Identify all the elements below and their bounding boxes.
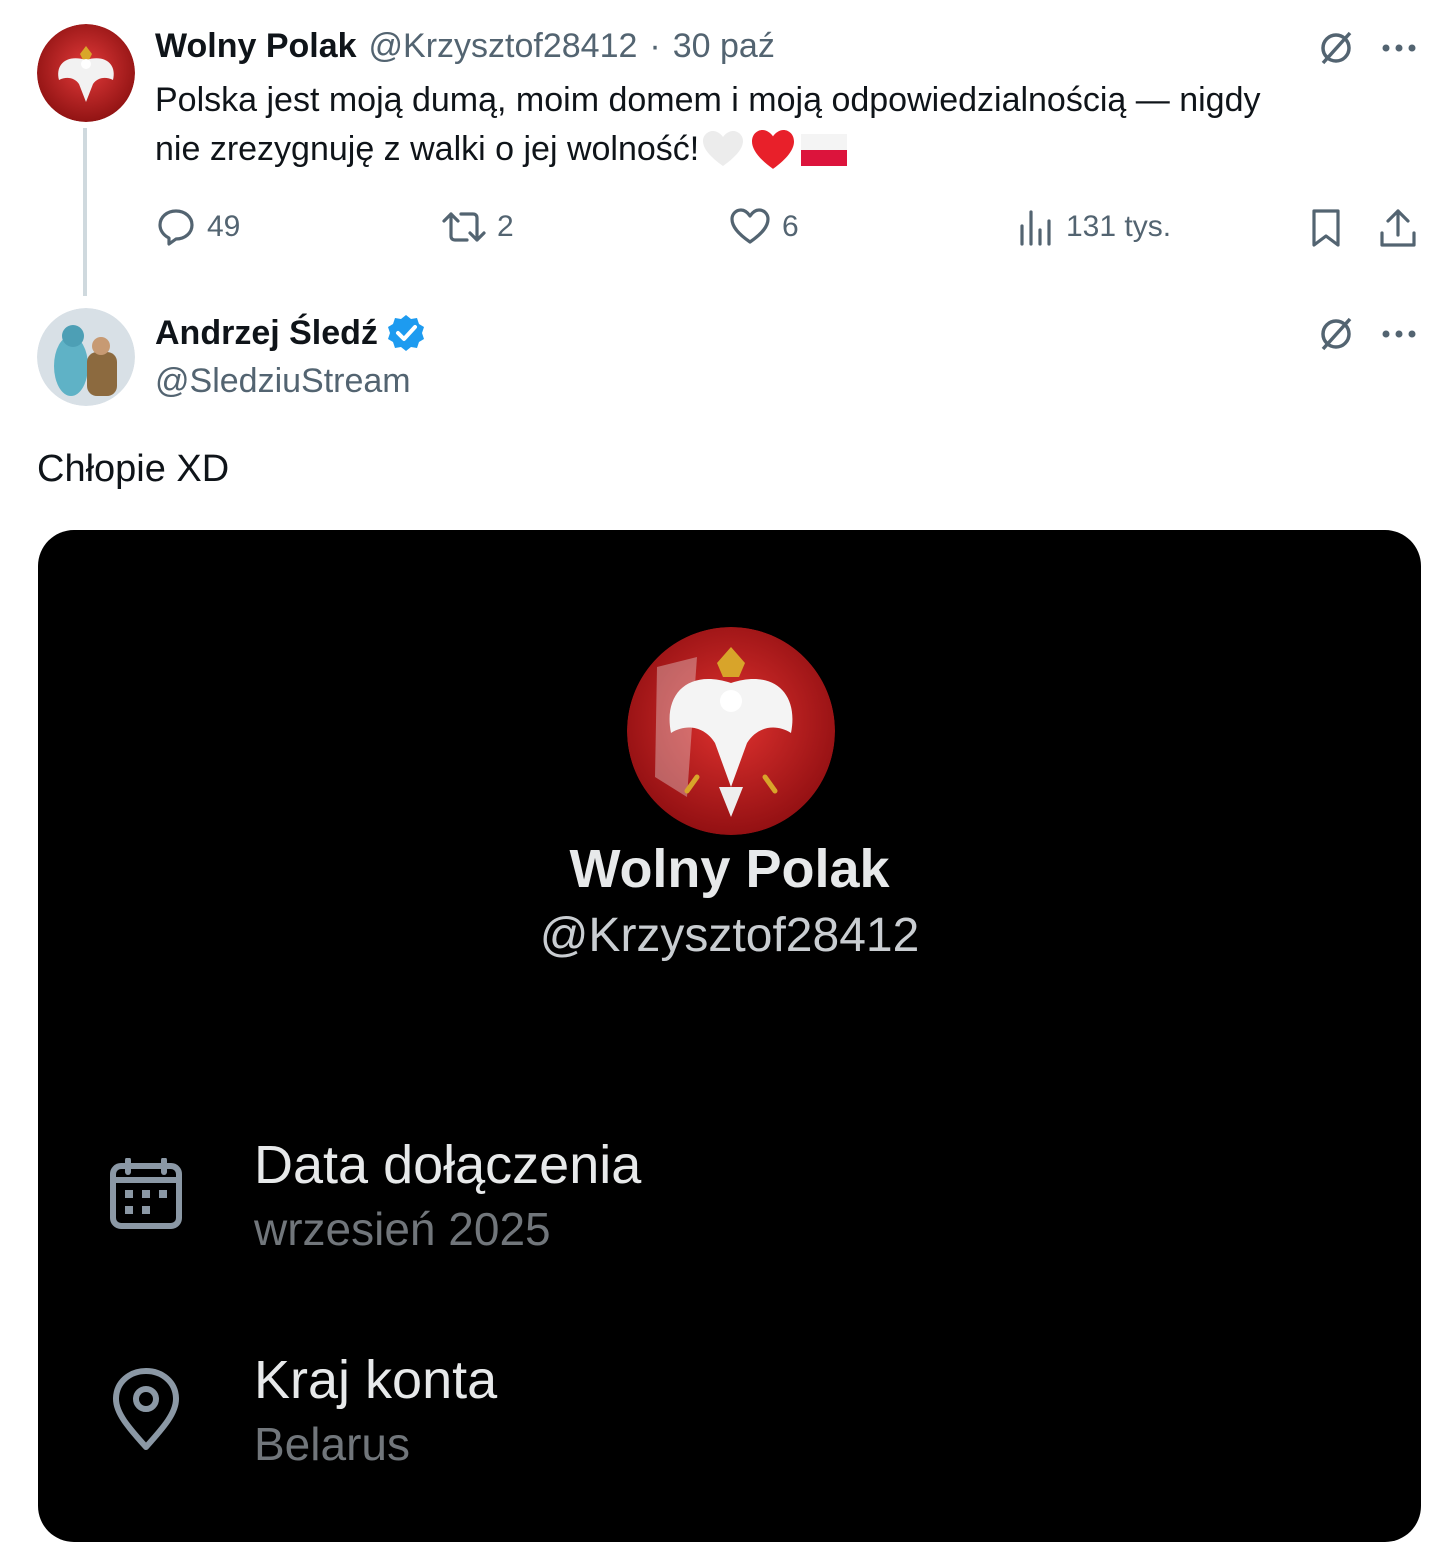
bookmark-button[interactable] (1304, 206, 1348, 250)
reply-text: Chłopie XD (37, 448, 230, 490)
repost-count: 2 (497, 210, 514, 243)
grok-icon (1321, 31, 1352, 65)
thread-connector-line (83, 128, 87, 296)
country-label: Kraj konta (254, 1350, 498, 1410)
joined-date-row: Data dołączenia wrzesień 2025 (108, 1130, 1308, 1270)
author-name[interactable]: Wolny Polak (155, 27, 357, 66)
reply-button[interactable]: 49 (155, 206, 240, 248)
like-button[interactable]: 6 (728, 206, 799, 248)
views-chart-icon (1020, 210, 1051, 246)
grok-button[interactable] (1314, 26, 1358, 70)
repost-button[interactable]: 2 (441, 206, 514, 248)
grok-icon (1321, 317, 1352, 351)
eagle-emblem-icon (37, 24, 135, 122)
card-avatar (627, 627, 835, 835)
joined-label: Data dołączenia (254, 1135, 642, 1195)
views-count: 131 tys. (1066, 210, 1172, 243)
avatar[interactable] (37, 24, 135, 122)
bookmark-icon (1312, 209, 1340, 247)
account-country-row: Kraj konta Belarus (108, 1345, 1308, 1485)
share-button[interactable] (1376, 206, 1420, 250)
more-options-button[interactable] (1377, 314, 1421, 354)
embedded-image-card[interactable]: Wolny Polak @Krzysztof28412 Data dołącze… (38, 530, 1421, 1542)
ellipsis-icon (1382, 330, 1416, 338)
tweet-date[interactable]: 30 paź (673, 27, 775, 66)
tweet-text-line1: Polska jest moją dumą, moim domem i moją… (155, 81, 1261, 119)
heart-icon (730, 208, 770, 244)
eagle-emblem-icon (627, 627, 835, 835)
verified-badge-icon (387, 315, 424, 351)
tweet-text-line2: nie zrezygnuję z walki o jej wolność! (155, 130, 700, 168)
profile-photo-icon (37, 308, 135, 406)
original-tweet-header: Wolny Polak @Krzysztof28412 · 30 paź (155, 26, 775, 66)
avatar[interactable] (37, 308, 135, 406)
header-separator: · (649, 26, 661, 65)
joined-value: wrzesień 2025 (254, 1203, 551, 1255)
calendar-icon (110, 1158, 182, 1229)
poland-flag-icon (801, 133, 848, 166)
author-handle[interactable]: @SledziuStream (155, 362, 411, 401)
grok-button[interactable] (1314, 312, 1358, 356)
white-heart-icon (703, 130, 744, 166)
more-options-button[interactable] (1377, 28, 1421, 68)
reply-count: 49 (207, 210, 241, 243)
author-name[interactable]: Andrzej Śledź (155, 314, 378, 353)
card-profile-handle: @Krzysztof28412 (539, 909, 920, 962)
location-pin-icon (113, 1368, 179, 1450)
views-button[interactable]: 131 tys. (1016, 206, 1171, 248)
red-heart-icon (752, 129, 795, 169)
share-icon (1380, 209, 1416, 247)
country-value: Belarus (254, 1418, 410, 1470)
card-profile-name: Wolny Polak (569, 839, 890, 899)
ellipsis-icon (1382, 44, 1416, 52)
repost-icon (442, 212, 486, 242)
like-count: 6 (782, 210, 799, 243)
author-handle[interactable]: @Krzysztof28412 (369, 27, 638, 66)
reply-icon (158, 209, 194, 246)
reply-tweet-header: Andrzej Śledź (155, 312, 426, 354)
tweet-body: Polska jest moją dumą, moim domem i moją… (155, 76, 1415, 174)
